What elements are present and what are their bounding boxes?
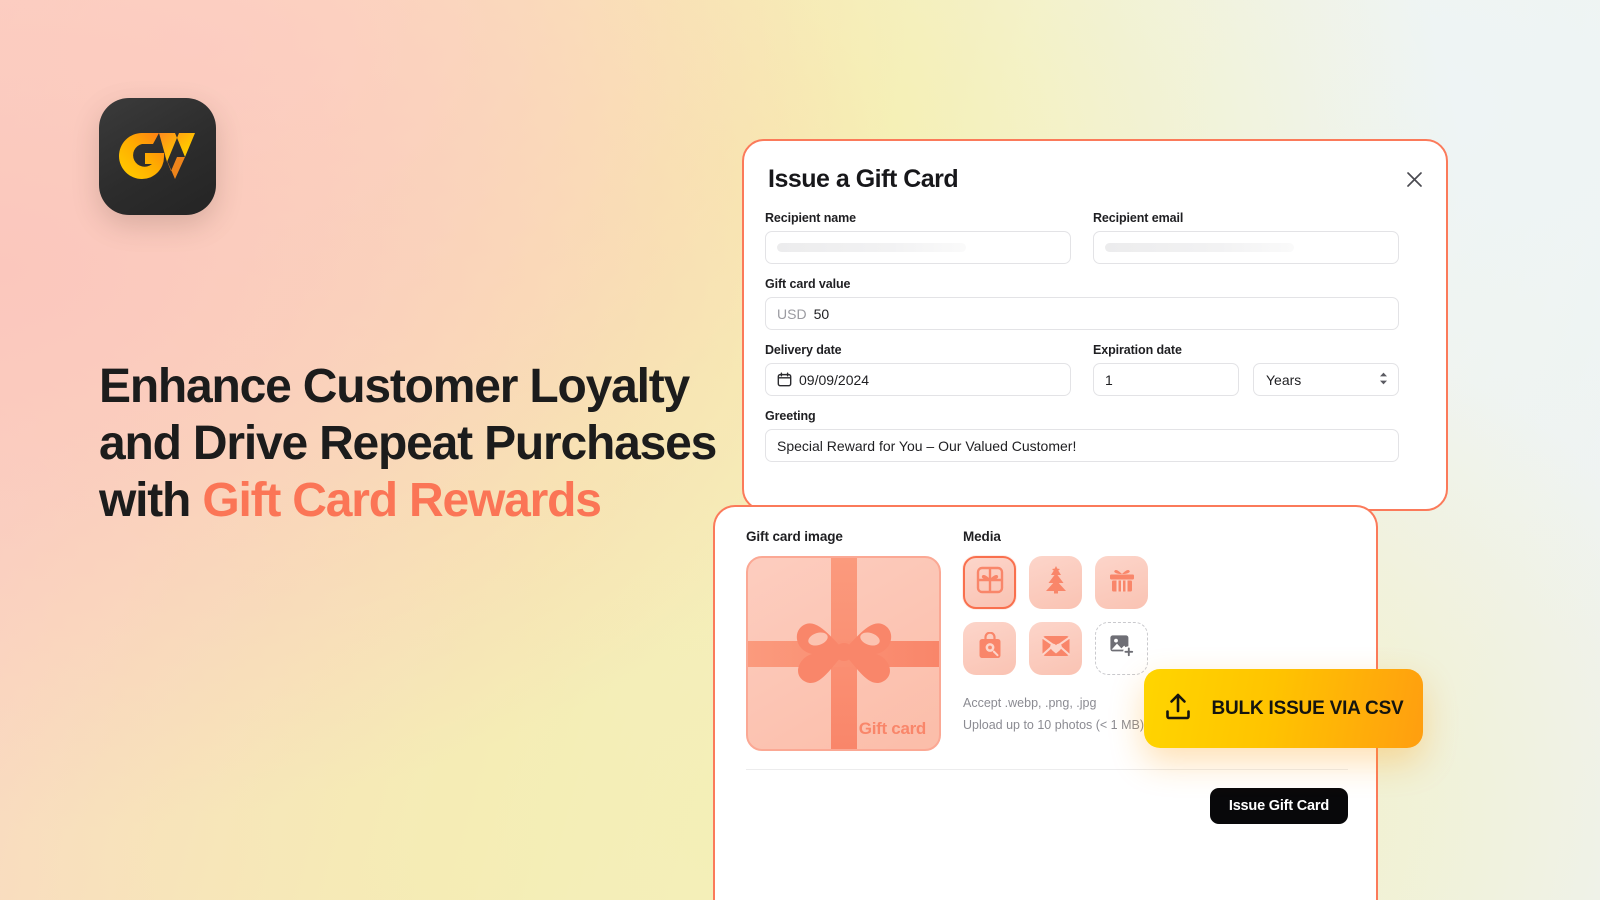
delivery-date-label: Delivery date <box>765 343 842 357</box>
media-panel-headers: Gift card image Media <box>746 529 1352 544</box>
gift-card-caption: Gift card <box>858 719 927 738</box>
expiration-unit-value: Years <box>1266 371 1302 388</box>
delivery-date-value: 09/09/2024 <box>799 371 870 388</box>
issue-gift-card-dialog: Issue a Gift Card Recipient name Recipie… <box>742 139 1448 511</box>
gift-ribbon-glyph <box>976 566 1003 594</box>
bulk-issue-via-csv-button[interactable]: BULK ISSUE VIA CSV <box>1144 669 1423 748</box>
greeting-field: Greeting Special Reward for You – Our Va… <box>765 409 1399 462</box>
expiration-controls: 1 Years <box>1093 363 1399 396</box>
currency-prefix: USD <box>777 305 807 322</box>
greeting-label: Greeting <box>765 409 816 423</box>
media-thumb-christmas-tree[interactable] <box>1029 556 1082 609</box>
recipient-name-label: Recipient name <box>765 211 856 225</box>
calendar-glyph <box>777 372 792 387</box>
upload-glyph <box>1166 693 1191 720</box>
shopping-bag-icon <box>977 631 1003 665</box>
shopping-bag-glyph <box>979 631 1000 658</box>
headline-line-2: and Drive Repeat Purchases <box>99 417 717 470</box>
christmas-tree-glyph <box>1045 566 1066 594</box>
add-image-icon <box>1109 634 1135 663</box>
greeting-input[interactable]: Special Reward for You – Our Valued Cust… <box>765 429 1399 462</box>
dialog-title: Issue a Gift Card <box>768 165 959 193</box>
gift-card-preview[interactable]: Gift card <box>746 556 941 751</box>
headline-line-3-prefix: with <box>99 474 203 527</box>
expiration-amount-value: 1 <box>1105 371 1113 388</box>
headline-accent: Gift Card Rewards <box>202 474 602 527</box>
recipient-name-field: Recipient name <box>765 211 1071 264</box>
recipient-email-field: Recipient email <box>1093 211 1399 264</box>
gift-ribbon-icon <box>976 566 1004 599</box>
gift-card-value-label: Gift card value <box>765 277 851 291</box>
recipient-email-input[interactable] <box>1093 231 1399 264</box>
recipient-email-label: Recipient email <box>1093 211 1184 225</box>
issue-gift-card-button[interactable]: Issue Gift Card <box>1209 788 1348 824</box>
expiration-unit-select[interactable]: Years <box>1253 363 1399 396</box>
gift-box-icon <box>1108 567 1136 598</box>
expiration-amount-input[interactable]: 1 <box>1093 363 1239 396</box>
gift-card-value-row: Gift card value USD 50 <box>765 277 1399 330</box>
media-thumb-gift-box[interactable] <box>1095 556 1148 609</box>
gv-logo-icon <box>118 132 195 179</box>
expiration-date-label: Expiration date <box>1093 343 1182 357</box>
page-title: Enhance Customer Loyalty and Drive Repea… <box>99 358 739 529</box>
close-glyph <box>1406 171 1422 187</box>
greeting-value: Special Reward for You – Our Valued Cust… <box>777 437 1077 454</box>
gift-card-value-field: Gift card value USD 50 <box>765 277 1399 330</box>
media-label: Media <box>963 529 1001 544</box>
gift-card-form: Recipient name Recipient email Gift card… <box>765 211 1399 475</box>
gift-bow-icon <box>796 622 891 683</box>
christmas-tree-icon <box>1043 566 1069 599</box>
recipient-email-skeleton <box>1105 243 1294 252</box>
media-thumb-shopping-bag[interactable] <box>963 622 1016 675</box>
calendar-icon <box>777 372 792 387</box>
chevron-updown-icon <box>1379 371 1388 389</box>
headline-line-1: Enhance Customer Loyalty <box>99 360 690 413</box>
envelope-heart-glyph <box>1041 636 1070 656</box>
greeting-row: Greeting Special Reward for You – Our Va… <box>765 409 1399 462</box>
recipient-row: Recipient name Recipient email <box>765 211 1399 264</box>
expiration-date-field: Expiration date 1 Years <box>1093 343 1399 396</box>
recipient-name-skeleton <box>777 243 966 252</box>
media-thumb-envelope-heart[interactable] <box>1029 622 1082 675</box>
chevron-updown-glyph <box>1380 372 1387 384</box>
envelope-heart-icon <box>1041 634 1071 663</box>
page-root: Enhance Customer Loyalty and Drive Repea… <box>0 0 1600 900</box>
media-thumbnail-grid <box>963 556 1150 675</box>
gift-card-image-label: Gift card image <box>746 529 843 544</box>
gift-card-value-amount: 50 <box>813 305 830 322</box>
close-icon[interactable] <box>1400 165 1428 193</box>
dates-row: Delivery date 09/09/2024 Expiration date… <box>765 343 1399 396</box>
add-image-glyph <box>1109 635 1134 658</box>
gift-box-glyph <box>1109 569 1134 592</box>
delivery-date-field: Delivery date 09/09/2024 <box>765 343 1071 396</box>
bulk-issue-label: BULK ISSUE VIA CSV <box>1211 697 1404 719</box>
app-logo <box>99 98 216 215</box>
upload-icon <box>1163 692 1193 725</box>
delivery-date-input[interactable]: 09/09/2024 <box>765 363 1071 396</box>
gift-card-value-input[interactable]: USD 50 <box>765 297 1399 330</box>
panel-divider <box>746 769 1348 770</box>
media-thumb-add-image[interactable] <box>1095 622 1148 675</box>
recipient-name-input[interactable] <box>765 231 1071 264</box>
media-thumb-gift-ribbon[interactable] <box>963 556 1016 609</box>
